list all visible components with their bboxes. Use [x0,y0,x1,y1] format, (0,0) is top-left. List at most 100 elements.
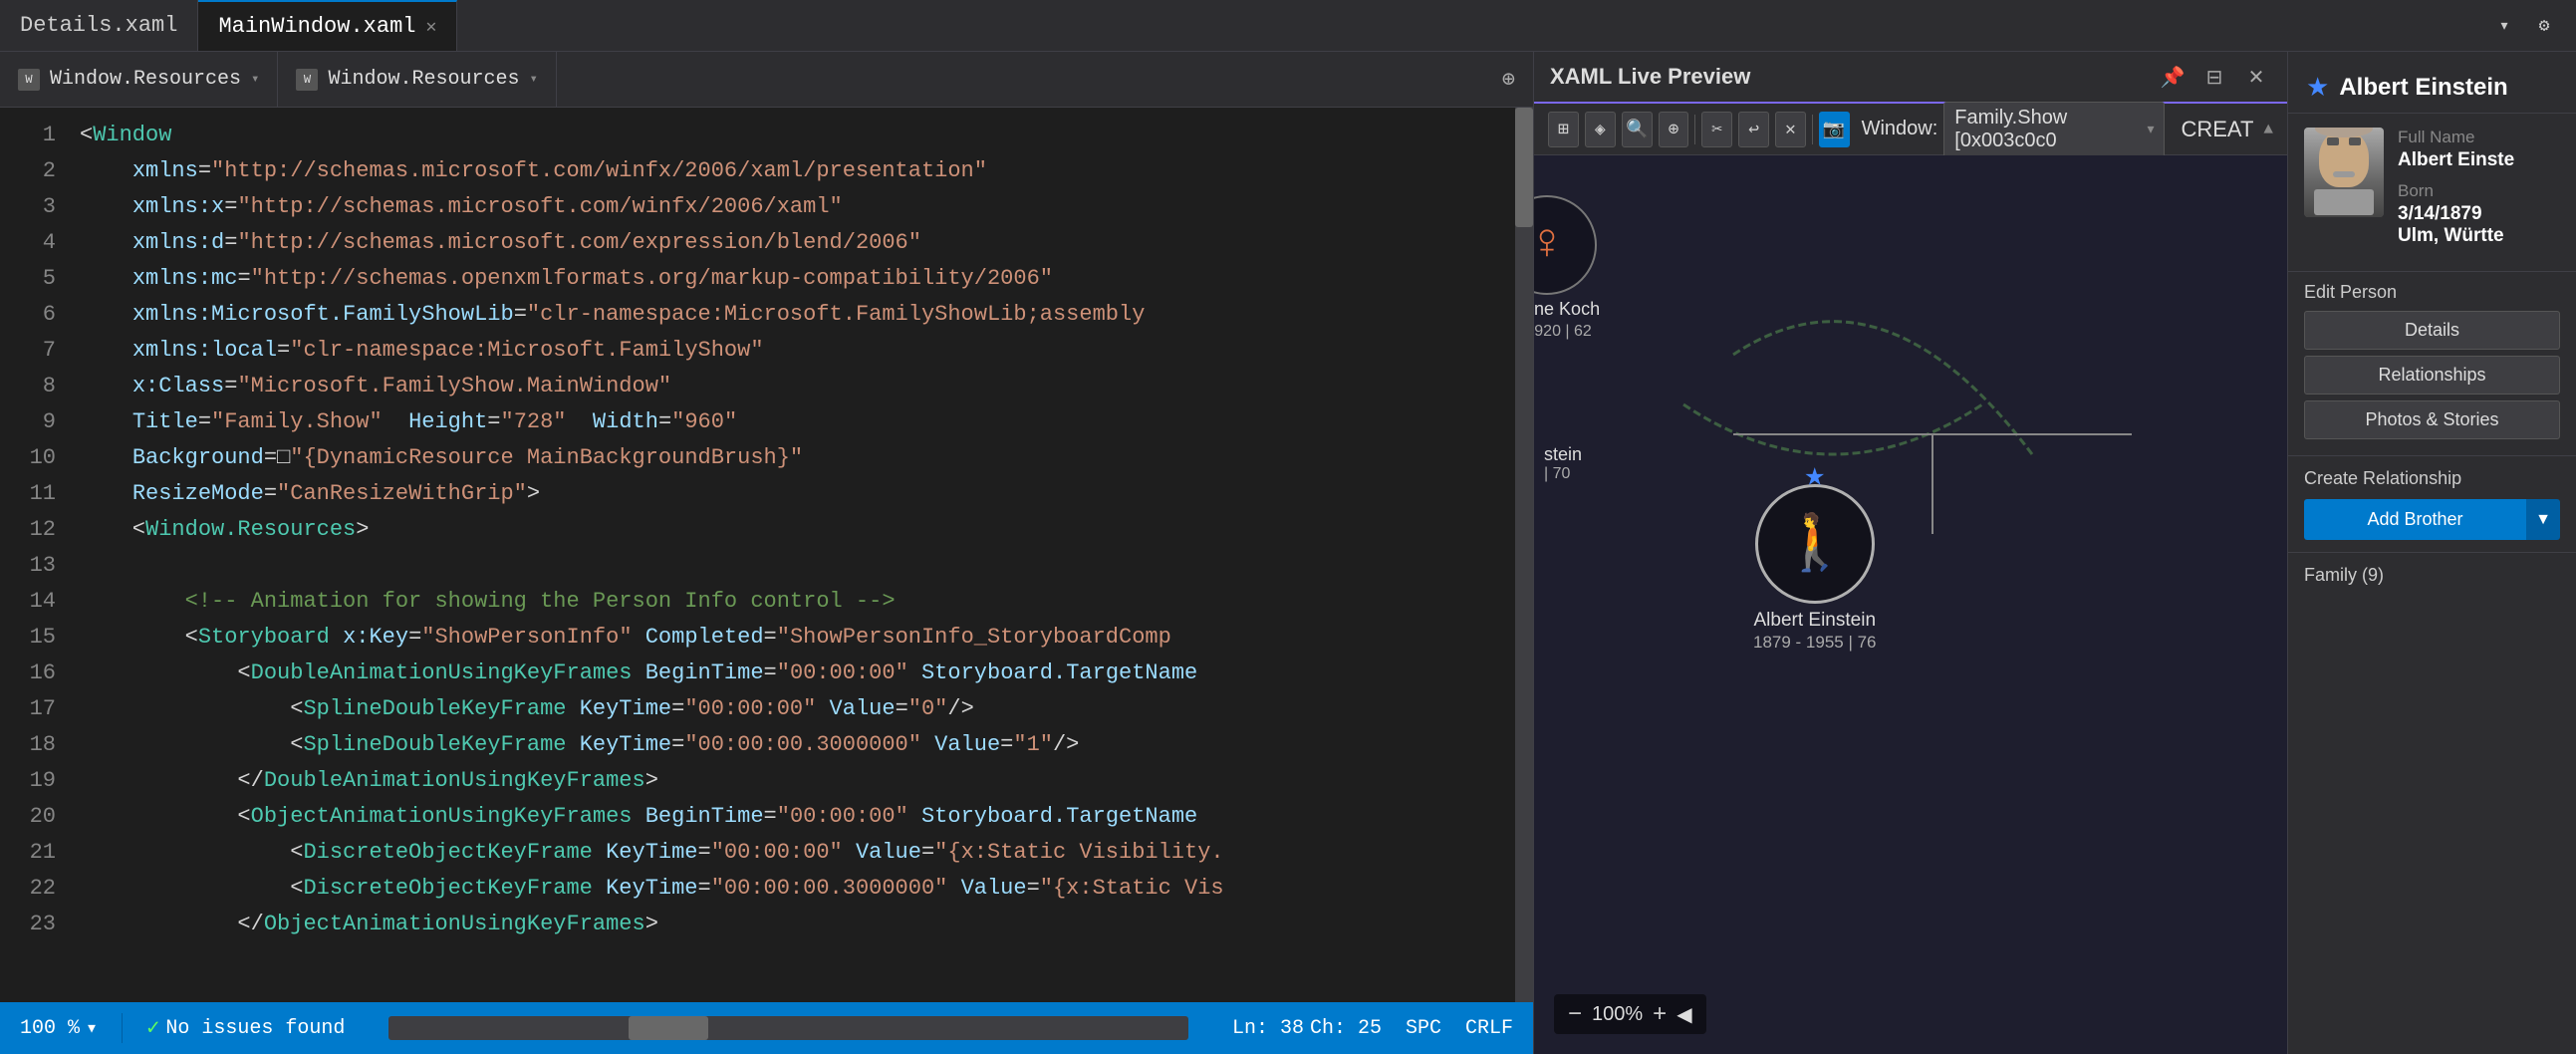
edit-person-label: Edit Person [2304,282,2560,303]
right-dropdown[interactable]: W Window.Resources ▾ [278,52,556,107]
float-button[interactable]: ⊟ [2199,62,2229,92]
preview-canvas[interactable]: ♀ Pauline Koch 8 - 1920 | 62 stein | 70 … [1534,155,2287,1054]
tab-controls: ▾ ⚙ [2472,10,2576,42]
create-rel-label: Create Relationship [2304,468,2560,489]
tab-mainwindow-label: MainWindow.xaml [218,14,415,39]
encoding-item: SPC [1406,1017,1441,1040]
full-name-label: Full Name [2398,128,2560,147]
vertical-scrollbar[interactable] [1515,108,1533,1002]
check-icon: ✓ [146,1015,159,1041]
h-scrollbar-thumb[interactable] [629,1016,708,1040]
cursor-position: Ln: 38 Ch: 25 [1232,1017,1382,1040]
other-name: stein [1544,444,1582,465]
status-text: No issues found [165,1017,345,1040]
tree-connections-svg [1534,155,2287,1054]
einstein-person-icon: 🚶 [1781,511,1849,578]
photos-stories-button[interactable]: Photos & Stories [2304,400,2560,439]
left-dropdown-icon: W [18,69,40,91]
ln-value: Ln: 38 [1232,1017,1304,1040]
zoom-controls: − 100% + ◀ [1554,994,1706,1034]
pauline-name: Pauline Koch [1534,299,1600,319]
status-bar: 100 % ▾ ✓ No issues found Ln: 38 Ch: 25 … [0,1002,1533,1054]
born-value: 3/14/1879 Ulm, Württe [2398,203,2560,247]
main-area: W Window.Resources ▾ W Window.Resources … [0,52,2576,1054]
family-label: Family (9) [2304,565,2560,586]
toolbar-btn-2[interactable]: ◈ [1585,112,1616,147]
xaml-preview-bar: XAML Live Preview 📌 ⊟ ✕ [1534,52,2287,104]
person-header: ★ Albert Einstein [2288,52,2576,114]
full-name-value: Albert Einste [2398,149,2560,171]
preview-toolbar: ⊞ ◈ 🔍 ⊕ ✂ ↩ ✕ 📷 Window: Family.Show [0x0… [1534,104,2287,155]
einstein-label: Albert Einstein 1879 - 1955 | 76 [1753,610,1877,654]
einstein-node[interactable]: ★ 🚶 Albert Einstein 1879 - 1955 | 76 [1753,484,1877,654]
window-selector[interactable]: Family.Show [0x003c0c0 ▾ [1943,102,2165,157]
toolbar-btn-3[interactable]: 🔍 [1622,112,1653,147]
born-date: 3/14/1879 [2398,203,2482,224]
add-brother-row: Add Brother ▼ [2304,499,2560,540]
einstein-circle[interactable]: 🚶 [1755,484,1875,604]
edit-section: Edit Person Details Relationships Photos… [2288,272,2576,456]
left-dropdown[interactable]: W Window.Resources ▾ [0,52,278,107]
window-value: Family.Show [0x003c0c0 [1954,107,2139,152]
person-info-section: Full Name Albert Einste Born 3/14/1879 U… [2288,114,2576,272]
status-divider [122,1013,123,1043]
toolbar-btn-1[interactable]: ⊞ [1548,112,1579,147]
pauline-person-icon: ♀ [1534,217,1562,274]
details-button[interactable]: Details [2304,311,2560,350]
right-dropdown-icon: W [296,69,318,91]
zoom-level: 100% [1592,1003,1643,1026]
right-panel: ★ Albert Einstein [2287,52,2576,1054]
other-node[interactable]: stein | 70 [1544,444,1582,483]
close-preview-button[interactable]: ✕ [2241,62,2271,92]
right-dropdown-label: Window.Resources [328,68,519,91]
tab-mainwindow[interactable]: MainWindow.xaml ✕ [198,0,457,51]
einstein-dates: 1879 - 1955 | 76 [1753,633,1877,652]
toolbar-btn-camera[interactable]: 📷 [1819,112,1850,147]
toolbar-btn-4[interactable]: ⊕ [1659,112,1689,147]
toolbar-btn-7[interactable]: ✕ [1775,112,1806,147]
encoding-value: SPC [1406,1017,1441,1040]
code-editor[interactable]: <Window xmlns="http://schemas.microsoft.… [70,108,1515,1002]
toolbar-btn-5[interactable]: ✂ [1701,112,1732,147]
family-section: Family (9) [2288,553,2576,598]
born-place: Ulm, Württe [2398,225,2504,246]
ch-value: Ch: 25 [1310,1017,1382,1040]
horizontal-scrollbar[interactable] [388,1016,1188,1040]
close-icon[interactable]: ✕ [425,16,436,38]
tab-down-icon[interactable]: ▾ [2488,10,2520,42]
left-dropdown-label: Window.Resources [50,68,241,91]
dropdown-bars: W Window.Resources ▾ W Window.Resources … [0,52,1533,108]
add-split-button[interactable]: ⊕ [1484,67,1533,93]
born-label: Born [2398,181,2560,201]
window-label: Window: [1862,118,1938,140]
toolbar-separator-2 [1812,115,1813,144]
code-area[interactable]: 12345 678910 1112131415 1617181920 21222… [0,108,1533,1002]
tab-gear-icon[interactable]: ⚙ [2528,10,2560,42]
other-dates: | 70 [1544,465,1582,483]
toolbar-separator [1694,115,1695,144]
zoom-arrow-icon: ◀ [1676,1002,1691,1027]
add-brother-button[interactable]: Add Brother [2304,499,2526,540]
person-name-heading: Albert Einstein [2339,74,2507,102]
einstein-name: Albert Einstein [1754,610,1877,631]
pauline-label: Pauline Koch 8 - 1920 | 62 [1534,299,1600,341]
zoom-in-button[interactable]: + [1653,1000,1667,1028]
line-ending-item: CRLF [1465,1017,1513,1040]
pin-button[interactable]: 📌 [2158,62,2188,92]
create-relationship-section: Create Relationship Add Brother ▼ [2288,456,2576,553]
toolbar-btn-6[interactable]: ↩ [1738,112,1769,147]
tab-bar: Details.xaml MainWindow.xaml ✕ ▾ ⚙ [0,0,2576,52]
person-star-icon: ★ [2306,72,2329,103]
window-selector-arrow-icon: ▾ [2147,121,2154,137]
pauline-node[interactable]: ♀ Pauline Koch 8 - 1920 | 62 [1534,195,1600,341]
add-brother-dropdown-button[interactable]: ▼ [2526,499,2560,540]
scrollbar-thumb[interactable] [1515,108,1533,227]
creat-arrow-icon: ▲ [2263,121,2273,138]
left-dropdown-arrow-icon: ▾ [251,71,259,88]
creat-label: CREAT [2181,117,2253,142]
tab-details[interactable]: Details.xaml [0,0,198,51]
preview-panel: XAML Live Preview 📌 ⊟ ✕ ⊞ ◈ 🔍 ⊕ ✂ ↩ ✕ 📷 … [1534,52,2287,1054]
photo-inner [2304,128,2384,217]
relationships-button[interactable]: Relationships [2304,356,2560,395]
zoom-out-button[interactable]: − [1568,1000,1582,1028]
